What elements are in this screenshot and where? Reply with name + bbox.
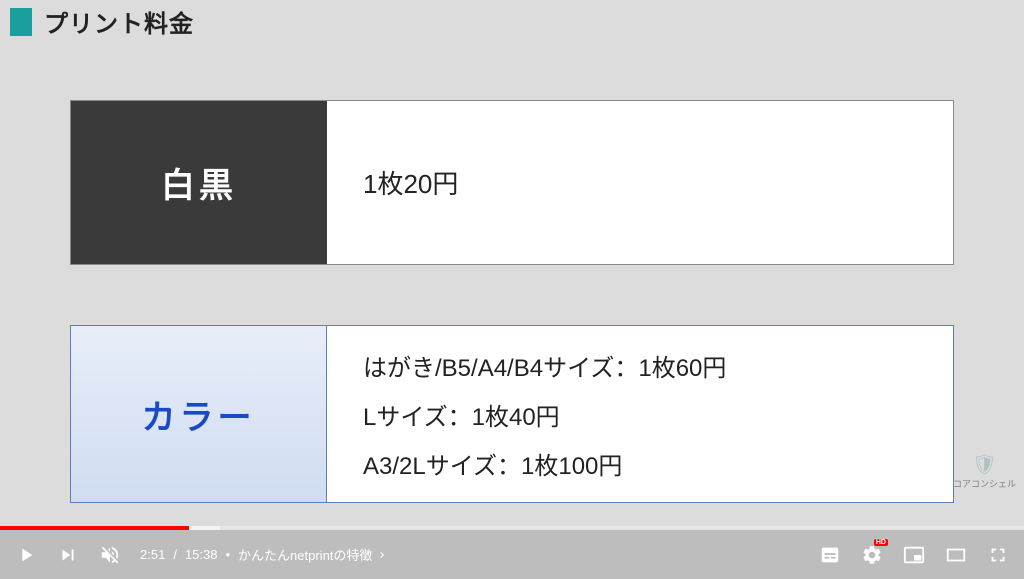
channel-watermark[interactable]: 🛡 コアコンシェル — [953, 452, 1016, 490]
color-prices: はがき/B5/A4/B4サイズ：1枚60円 Lサイズ：1枚40円 A3/2Lサイ… — [327, 326, 953, 502]
play-button[interactable] — [14, 543, 38, 567]
theater-icon — [945, 544, 967, 566]
theater-button[interactable] — [944, 543, 968, 567]
progress-loaded — [189, 526, 220, 530]
bw-label: 白黒 — [71, 101, 327, 264]
color-price-3: A3/2Lサイズ：1枚100円 — [363, 446, 953, 481]
current-time: 2:51 — [140, 547, 165, 562]
progress-played — [0, 526, 189, 530]
video-frame[interactable]: プリント料金 白黒 1枚20円 カラー はがき/B5/A4/B4サイズ：1枚60… — [0, 0, 1024, 530]
fullscreen-button[interactable] — [986, 543, 1010, 567]
color-price-1: はがき/B5/A4/B4サイズ：1枚60円 — [363, 348, 953, 383]
miniplayer-button[interactable] — [902, 543, 926, 567]
chapter-separator: • — [225, 547, 230, 562]
slide-header: プリント料金 — [10, 4, 194, 39]
chapter-button[interactable]: かんたんnetprintの特徴 — [238, 545, 388, 564]
price-row-bw: 白黒 1枚20円 — [70, 100, 954, 265]
miniplayer-icon — [903, 544, 925, 566]
header-accent — [10, 8, 32, 36]
color-price-2: Lサイズ：1枚40円 — [363, 397, 953, 432]
fullscreen-icon — [987, 544, 1009, 566]
gear-icon — [861, 544, 883, 566]
slide-title: プリント料金 — [44, 4, 194, 39]
mute-icon — [99, 544, 121, 566]
chapter-title-text: かんたんnetprintの特徴 — [238, 545, 372, 564]
bw-price: 1枚20円 — [327, 101, 953, 264]
right-controls: HD — [818, 543, 1010, 567]
color-label: カラー — [71, 326, 327, 502]
play-icon — [15, 544, 37, 566]
price-row-color: カラー はがき/B5/A4/B4サイズ：1枚60円 Lサイズ：1枚40円 A3/… — [70, 325, 954, 503]
duration: 15:38 — [185, 547, 218, 562]
chevron-right-icon — [376, 549, 388, 561]
time-separator: / — [173, 547, 177, 562]
next-button[interactable] — [56, 543, 80, 567]
shield-icon: 🛡 — [972, 452, 997, 477]
progress-bar[interactable] — [0, 526, 1024, 530]
player-controls: 2:51 / 15:38 • かんたんnetprintの特徴 HD — [0, 530, 1024, 579]
watermark-text: コアコンシェル — [953, 477, 1016, 490]
mute-button[interactable] — [98, 543, 122, 567]
subtitles-button[interactable] — [818, 543, 842, 567]
hd-badge: HD — [874, 539, 888, 546]
subtitles-icon — [819, 544, 841, 566]
settings-button[interactable]: HD — [860, 543, 884, 567]
time-display: 2:51 / 15:38 • かんたんnetprintの特徴 — [140, 545, 388, 564]
next-icon — [57, 544, 79, 566]
